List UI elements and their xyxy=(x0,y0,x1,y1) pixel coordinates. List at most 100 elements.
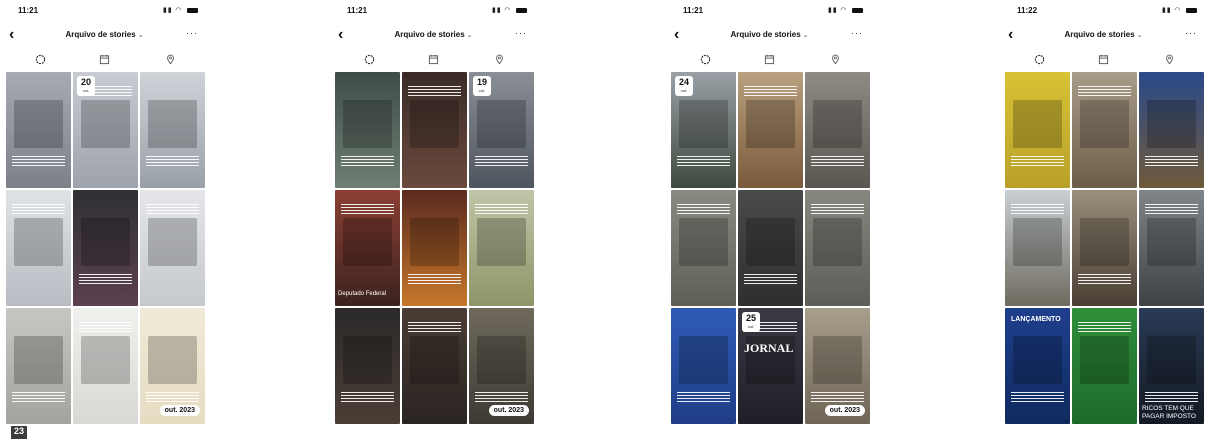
story-photo xyxy=(1147,100,1196,148)
story-thumbnail[interactable] xyxy=(469,190,534,306)
story-caption-text xyxy=(1011,204,1064,216)
story-caption-text xyxy=(12,204,65,216)
more-options-icon[interactable]: ··· xyxy=(186,28,198,38)
date-badge: 24 out. xyxy=(675,76,693,96)
tab-stories-archive[interactable] xyxy=(1024,52,1054,68)
story-caption-text xyxy=(146,156,199,168)
location-pin-icon xyxy=(831,54,839,65)
calendar-icon xyxy=(428,54,438,65)
story-photo xyxy=(148,336,197,384)
status-bar: 11:21 ▮▮ ◠ xyxy=(332,0,535,22)
story-thumbnail[interactable]: out. 2023 xyxy=(469,308,534,424)
story-photo xyxy=(1147,218,1196,266)
story-thumbnail[interactable] xyxy=(335,308,400,424)
tab-location[interactable] xyxy=(1154,52,1184,68)
story-photo xyxy=(148,100,197,148)
story-caption-text xyxy=(1145,156,1198,168)
story-thumbnail[interactable] xyxy=(671,190,736,306)
story-thumbnail[interactable] xyxy=(738,190,803,306)
archive-title-dropdown[interactable]: Arquivo de stories ⌄ xyxy=(3,30,206,39)
archive-title-dropdown[interactable]: Arquivo de stories ⌄ xyxy=(332,30,535,39)
story-caption-text xyxy=(1145,392,1198,404)
story-thumbnail[interactable] xyxy=(402,308,467,424)
story-thumbnail[interactable] xyxy=(738,72,803,188)
story-ring-icon xyxy=(700,54,710,65)
date-badge: 19 out. xyxy=(473,76,491,96)
tab-calendar[interactable] xyxy=(754,52,784,68)
story-thumbnail[interactable] xyxy=(402,190,467,306)
story-thumbnail[interactable] xyxy=(1072,72,1137,188)
chevron-down-icon: ⌄ xyxy=(137,32,144,39)
story-photo xyxy=(1013,336,1062,384)
story-caption-text xyxy=(341,156,394,168)
tab-location[interactable] xyxy=(155,52,185,68)
story-thumbnail[interactable] xyxy=(140,190,205,306)
tab-stories-archive[interactable] xyxy=(25,52,55,68)
stories-grid: 19 out. Deputado Federal out. 2023 xyxy=(335,72,534,424)
story-thumbnail[interactable] xyxy=(1139,72,1204,188)
story-thumbnail[interactable]: out. 2023 xyxy=(140,308,205,424)
tab-location[interactable] xyxy=(484,52,514,68)
story-thumbnail[interactable] xyxy=(140,72,205,188)
archive-title-dropdown[interactable]: Arquivo de stories ⌄ xyxy=(1002,30,1205,39)
archive-title-dropdown[interactable]: Arquivo de stories ⌄ xyxy=(668,30,871,39)
date-badge: 20 out. xyxy=(77,76,95,96)
story-thumbnail[interactable] xyxy=(671,308,736,424)
tab-calendar[interactable] xyxy=(1088,52,1118,68)
story-thumbnail[interactable] xyxy=(1005,190,1070,306)
story-thumbnail[interactable]: LANÇAMENTO xyxy=(1005,308,1070,424)
story-caption-text xyxy=(744,86,797,98)
story-thumbnail[interactable]: 25 out. JORNAL xyxy=(738,308,803,424)
story-caption-text xyxy=(677,156,730,168)
more-options-icon[interactable]: ··· xyxy=(1185,28,1197,38)
story-photo xyxy=(477,218,526,266)
tab-stories-archive[interactable] xyxy=(690,52,720,68)
story-thumbnail[interactable] xyxy=(402,72,467,188)
story-thumbnail[interactable]: RICOS TEM QUE PAGAR IMPOSTO xyxy=(1139,308,1204,424)
tab-stories-archive[interactable] xyxy=(354,52,384,68)
nav-bar: ‹ Arquivo de stories ⌄ ··· xyxy=(1002,26,1205,48)
date-badge-day: 19 xyxy=(476,77,487,87)
date-badge: 25 out. xyxy=(742,312,760,332)
date-badge-day: 24 xyxy=(678,77,689,87)
archive-tabs xyxy=(332,52,535,70)
phone-screen: 11:21 ▮▮ ◠ ‹ Arquivo de stories ⌄ ··· 24 o… xyxy=(668,0,871,441)
story-caption-text xyxy=(1145,204,1198,216)
calendar-icon xyxy=(1098,54,1108,65)
story-caption-text xyxy=(811,156,864,168)
story-thumbnail[interactable] xyxy=(1139,190,1204,306)
story-thumbnail[interactable] xyxy=(6,190,71,306)
signal-wifi-battery-icon: ▮▮ ◠ xyxy=(163,6,198,14)
story-thumbnail[interactable]: 19 out. xyxy=(469,72,534,188)
story-photo xyxy=(410,336,459,384)
story-thumbnail[interactable] xyxy=(73,308,138,424)
more-options-icon[interactable]: ··· xyxy=(851,28,863,38)
story-thumbnail[interactable]: out. 2023 xyxy=(805,308,870,424)
tab-calendar[interactable] xyxy=(89,52,119,68)
story-caption-text xyxy=(677,392,730,404)
story-caption-text xyxy=(146,392,199,404)
stories-grid: LANÇAMENTO RICOS TEM QUE PAGAR IMPOSTO xyxy=(1005,72,1204,424)
story-thumbnail[interactable] xyxy=(335,72,400,188)
chevron-down-icon: ⌄ xyxy=(802,32,809,39)
story-thumbnail[interactable] xyxy=(6,308,71,424)
story-thumbnail[interactable] xyxy=(805,72,870,188)
story-thumbnail[interactable]: 24 out. xyxy=(671,72,736,188)
tab-location[interactable] xyxy=(820,52,850,68)
location-pin-icon xyxy=(495,54,503,65)
story-thumbnail[interactable] xyxy=(6,72,71,188)
story-thumbnail[interactable]: Deputado Federal xyxy=(335,190,400,306)
more-options-icon[interactable]: ··· xyxy=(515,28,527,38)
story-thumbnail[interactable] xyxy=(1072,190,1137,306)
story-thumbnail[interactable] xyxy=(73,190,138,306)
chevron-down-icon: ⌄ xyxy=(466,32,473,39)
story-thumbnail[interactable] xyxy=(805,190,870,306)
story-caption-text xyxy=(475,156,528,168)
story-thumbnail[interactable] xyxy=(1005,72,1070,188)
story-thumbnail[interactable] xyxy=(1072,308,1137,424)
story-photo xyxy=(477,336,526,384)
story-caption-text xyxy=(408,322,461,334)
tab-calendar[interactable] xyxy=(418,52,448,68)
story-thumbnail[interactable]: 20 out. xyxy=(73,72,138,188)
story-caption-text xyxy=(12,156,65,168)
